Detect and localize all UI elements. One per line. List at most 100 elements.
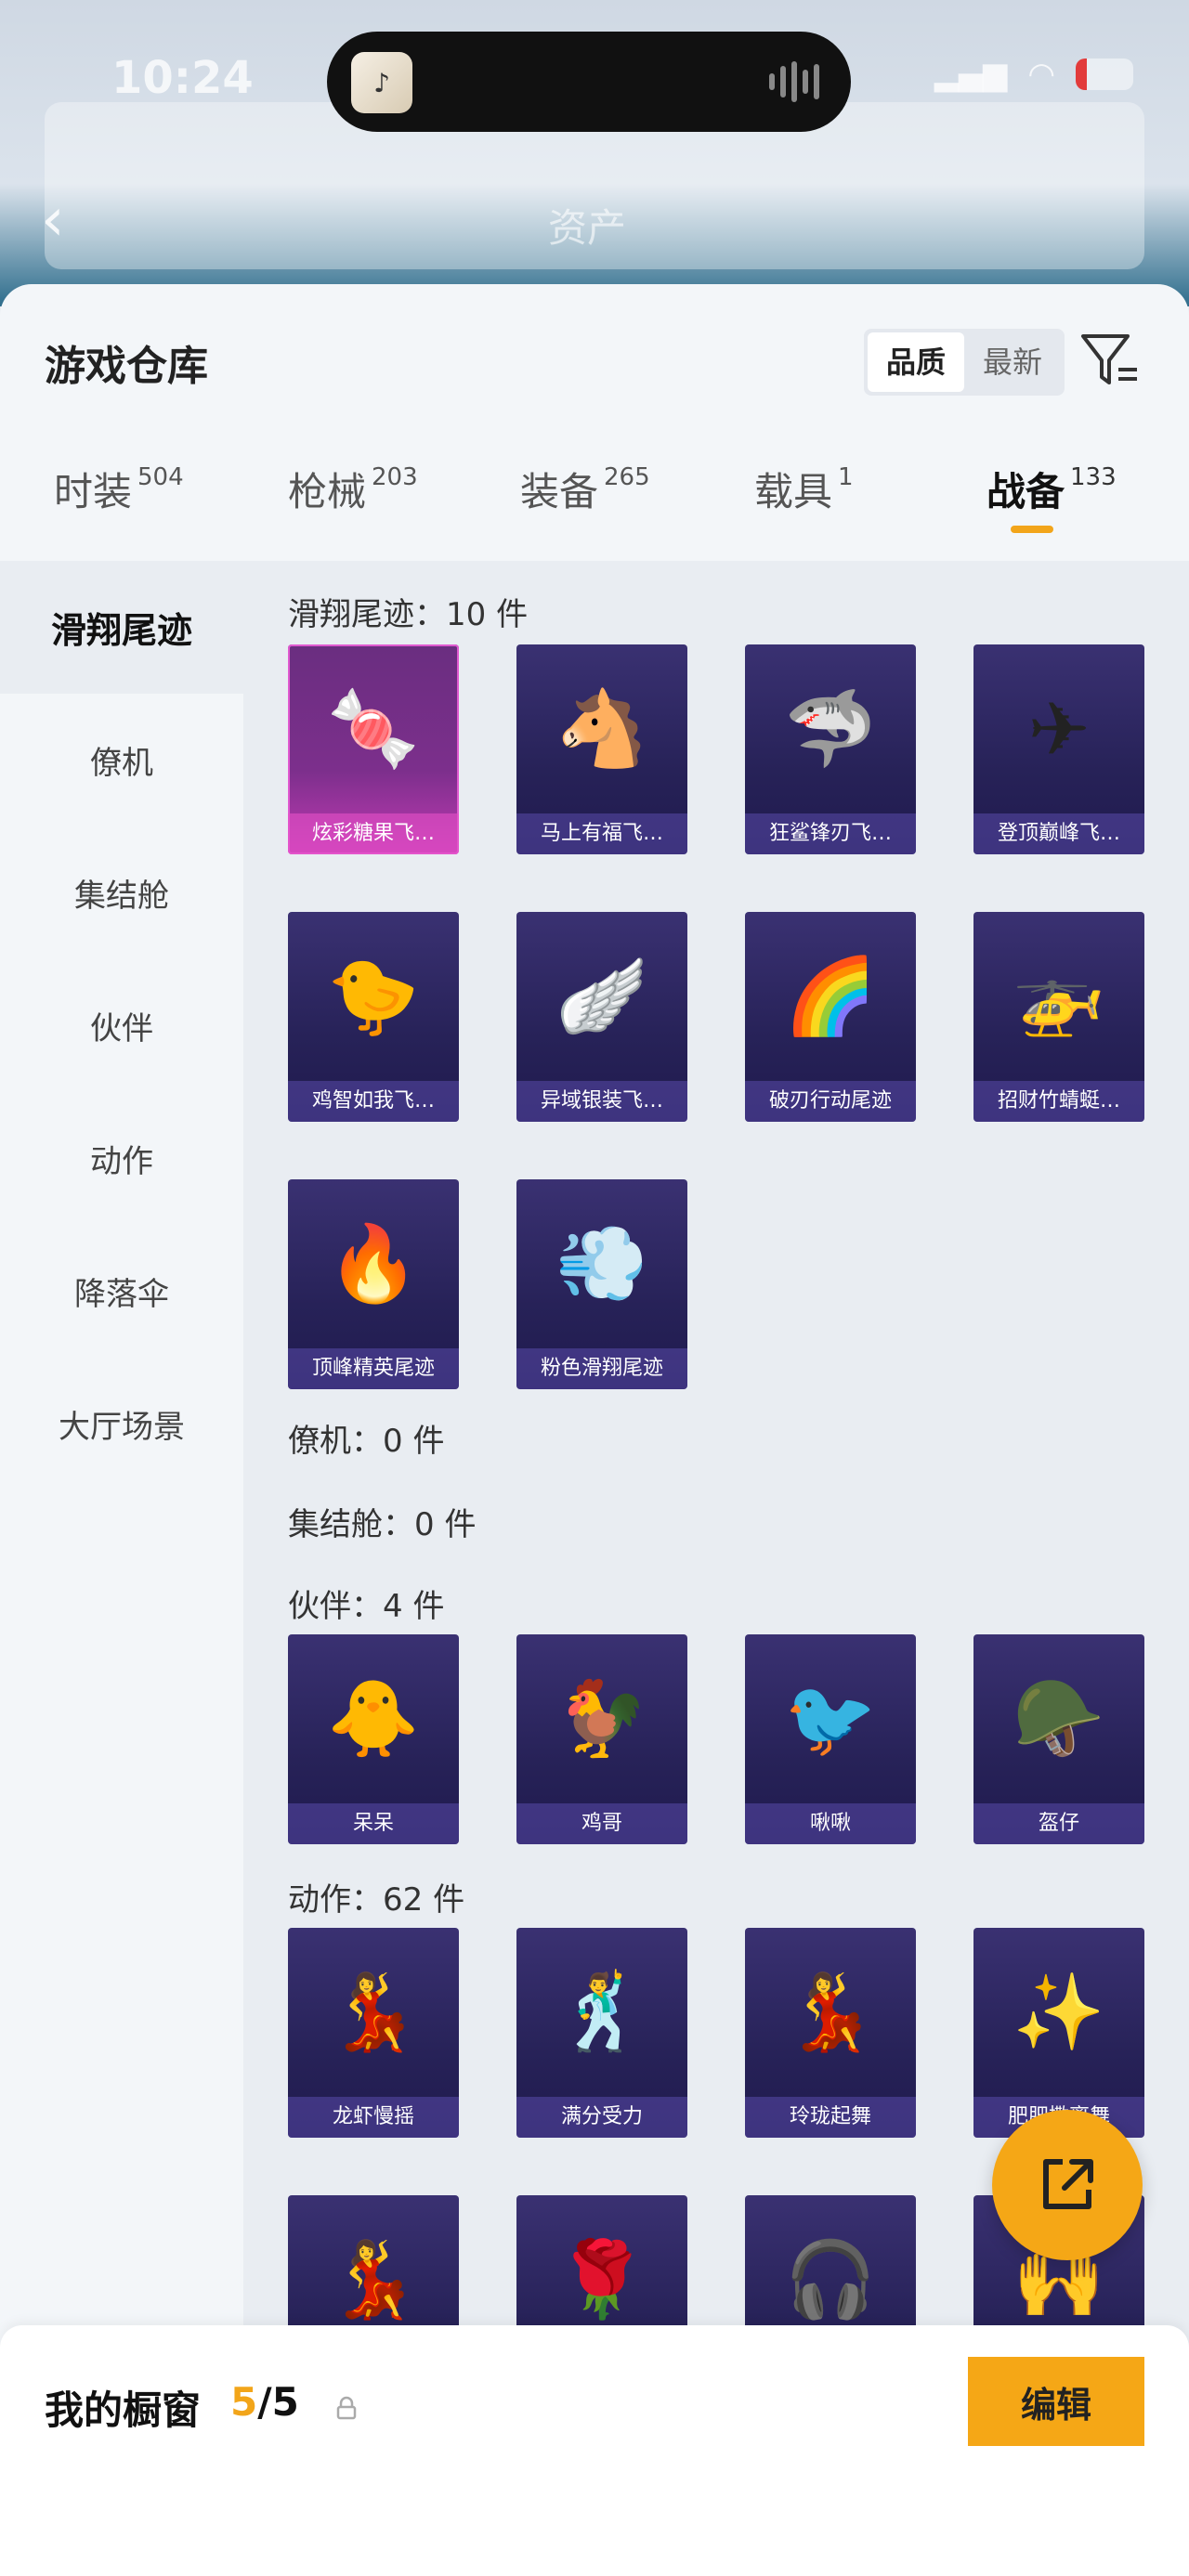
lock-icon: [336, 2396, 357, 2420]
tab-label: 枪械: [288, 469, 367, 514]
item-label: 啾啾: [745, 1803, 916, 1844]
sidebar-item-parachute[interactable]: 降落伞: [0, 1225, 243, 1358]
section-title-pod: 集结舱：0 件: [288, 1506, 477, 1543]
tab-equipment[interactable]: 装备 265: [520, 461, 650, 517]
item-card[interactable]: ✨ 肥肥撒离舞: [973, 1928, 1144, 2138]
showcase-total: /5: [257, 2379, 299, 2425]
status-time: 10:24: [111, 52, 254, 104]
chick-partner-icon: 🐥: [327, 1675, 420, 1762]
category-tabs: 时装 504 枪械 203 装备 265 载具 1 战备 133: [0, 461, 1189, 563]
showcase-bar: 我的橱窗 5/5 编辑: [0, 2325, 1189, 2576]
showcase-current: 5: [230, 2379, 258, 2425]
status-icons: ▂▄▆ ◠: [934, 56, 1133, 93]
sort-newest-option[interactable]: 最新: [964, 332, 1061, 392]
sidebar-item-lobby-scene[interactable]: 大厅场景: [0, 1358, 243, 1490]
tab-label: 战备: [986, 469, 1065, 514]
item-label: 盔仔: [973, 1803, 1144, 1844]
chicken-glider-icon: 🐤: [327, 953, 420, 1039]
item-card[interactable]: 🌈 破刃行动尾迹: [745, 912, 916, 1122]
tab-fashion[interactable]: 时装 504: [54, 461, 184, 517]
item-card[interactable]: 💃 玲珑起舞: [745, 1928, 916, 2138]
sidebar-item-emote[interactable]: 动作: [0, 1092, 243, 1225]
item-card[interactable]: 🐴 马上有福飞…: [516, 644, 687, 854]
edit-showcase-button[interactable]: 编辑: [968, 2357, 1144, 2446]
showcase-count: 5/5: [230, 2379, 299, 2425]
item-card[interactable]: 🐓 鸡哥: [516, 1634, 687, 1844]
now-playing-thumbnail-icon: ♪: [351, 52, 412, 113]
item-card[interactable]: 💃 龙虾慢摇: [288, 1928, 459, 2138]
tab-battle-prep[interactable]: 战备 133: [986, 461, 1117, 533]
item-card[interactable]: 🐥 呆呆: [288, 1634, 459, 1844]
item-card[interactable]: 🍬 炫彩糖果飞…: [288, 644, 459, 854]
section-title-emote: 动作：62 件: [288, 1881, 465, 1919]
back-chevron-icon[interactable]: ‹: [41, 186, 65, 254]
helmet-chick-partner-icon: 🪖: [1013, 1675, 1105, 1762]
item-card[interactable]: 🐤 鸡智如我飞…: [288, 912, 459, 1122]
item-card[interactable]: 🚁 招财竹蜻蜓…: [973, 912, 1144, 1122]
sort-quality-option[interactable]: 品质: [868, 332, 965, 392]
item-card[interactable]: ✈ 登顶巅峰飞…: [973, 644, 1144, 854]
item-label: 满分受力: [516, 2097, 687, 2138]
dance-figure-icon: ✨: [1013, 1969, 1105, 2055]
tab-label: 时装: [54, 469, 133, 514]
sheet-title: 游戏仓库: [45, 343, 208, 390]
sidebar-item-glide-trail[interactable]: 滑翔尾迹: [0, 561, 243, 694]
sidebar-item-pod[interactable]: 集结舱: [0, 826, 243, 959]
sort-toggle: 品质 最新: [864, 329, 1065, 396]
tab-label: 载具: [754, 469, 833, 514]
item-label: 马上有福飞…: [516, 813, 687, 854]
item-label: 登顶巅峰飞…: [973, 813, 1144, 854]
dance-figure-icon: 🕺: [555, 1969, 648, 2055]
item-label: 粉色滑翔尾迹: [516, 1348, 687, 1389]
item-grid: 滑翔尾迹：10 件 🍬 炫彩糖果飞… 🐴 马上有福飞… 🦈 狂鲨锋刃飞… ✈ 登…: [243, 561, 1189, 2576]
filter-icon[interactable]: [1078, 327, 1143, 392]
battery-icon: [1076, 59, 1133, 90]
rooster-partner-icon: 🐓: [555, 1675, 648, 1762]
item-label: 狂鲨锋刃飞…: [745, 813, 916, 854]
sheet-header: 游戏仓库 品质 最新 时装 504 枪械 203 装备 265 载具 1 战备 133: [0, 284, 1189, 563]
section-title-partner: 伙伴：4 件: [288, 1588, 445, 1625]
category-sidebar: 滑翔尾迹 僚机 集结舱 伙伴 动作 降落伞 大厅场景: [0, 561, 243, 2576]
item-label: 鸡哥: [516, 1803, 687, 1844]
jet-glider-icon: ✈: [1027, 685, 1091, 773]
section-title-wingman: 僚机：0 件: [288, 1423, 445, 1460]
item-label: 顶峰精英尾迹: [288, 1348, 459, 1389]
dance-figure-icon: 💃: [784, 1969, 877, 2055]
item-label: 异域银装飞…: [516, 1081, 687, 1122]
shark-glider-icon: 🦈: [784, 685, 877, 772]
item-label: 鸡智如我飞…: [288, 1081, 459, 1122]
item-card[interactable]: 🔥 顶峰精英尾迹: [288, 1179, 459, 1389]
item-card[interactable]: 🪽 异域银装飞…: [516, 912, 687, 1122]
tab-count: 265: [604, 463, 650, 491]
background-title: 资产: [548, 205, 627, 251]
section-title-glide-trail: 滑翔尾迹：10 件: [288, 596, 529, 633]
share-icon: [1043, 2159, 1093, 2209]
showcase-title: 我的橱窗: [45, 2387, 202, 2433]
item-card[interactable]: 🐦 啾啾: [745, 1634, 916, 1844]
item-card[interactable]: 🪖 盔仔: [973, 1634, 1144, 1844]
dynamic-island[interactable]: ♪: [327, 32, 851, 132]
wifi-icon: ◠: [1027, 56, 1055, 93]
tab-vehicles[interactable]: 载具 1: [754, 461, 854, 517]
tab-count: 1: [838, 463, 854, 491]
horse-glider-icon: 🐴: [555, 685, 648, 772]
tab-firearms[interactable]: 枪械 203: [288, 461, 418, 517]
pink-trail-icon: 💨: [555, 1220, 648, 1307]
dance-figure-icon: 💃: [327, 1969, 420, 2055]
trail-figure-icon: 🔥: [327, 1220, 420, 1307]
active-tab-indicator: [1011, 526, 1053, 533]
item-card[interactable]: 💨 粉色滑翔尾迹: [516, 1179, 687, 1389]
item-card[interactable]: 🦈 狂鲨锋刃飞…: [745, 644, 916, 854]
tab-count: 133: [1070, 463, 1117, 491]
tab-count: 504: [137, 463, 184, 491]
item-label: 招财竹蜻蜓…: [973, 1081, 1144, 1122]
share-button[interactable]: [992, 2110, 1143, 2260]
item-card[interactable]: 🕺 满分受力: [516, 1928, 687, 2138]
tab-count: 203: [372, 463, 418, 491]
sidebar-item-partner[interactable]: 伙伴: [0, 959, 243, 1092]
item-label: 呆呆: [288, 1803, 459, 1844]
sidebar-item-wingman[interactable]: 僚机: [0, 694, 243, 826]
bird-partner-icon: 🐦: [784, 1675, 877, 1762]
item-label: 龙虾慢摇: [288, 2097, 459, 2138]
wing-glider-icon: 🪽: [555, 953, 648, 1039]
